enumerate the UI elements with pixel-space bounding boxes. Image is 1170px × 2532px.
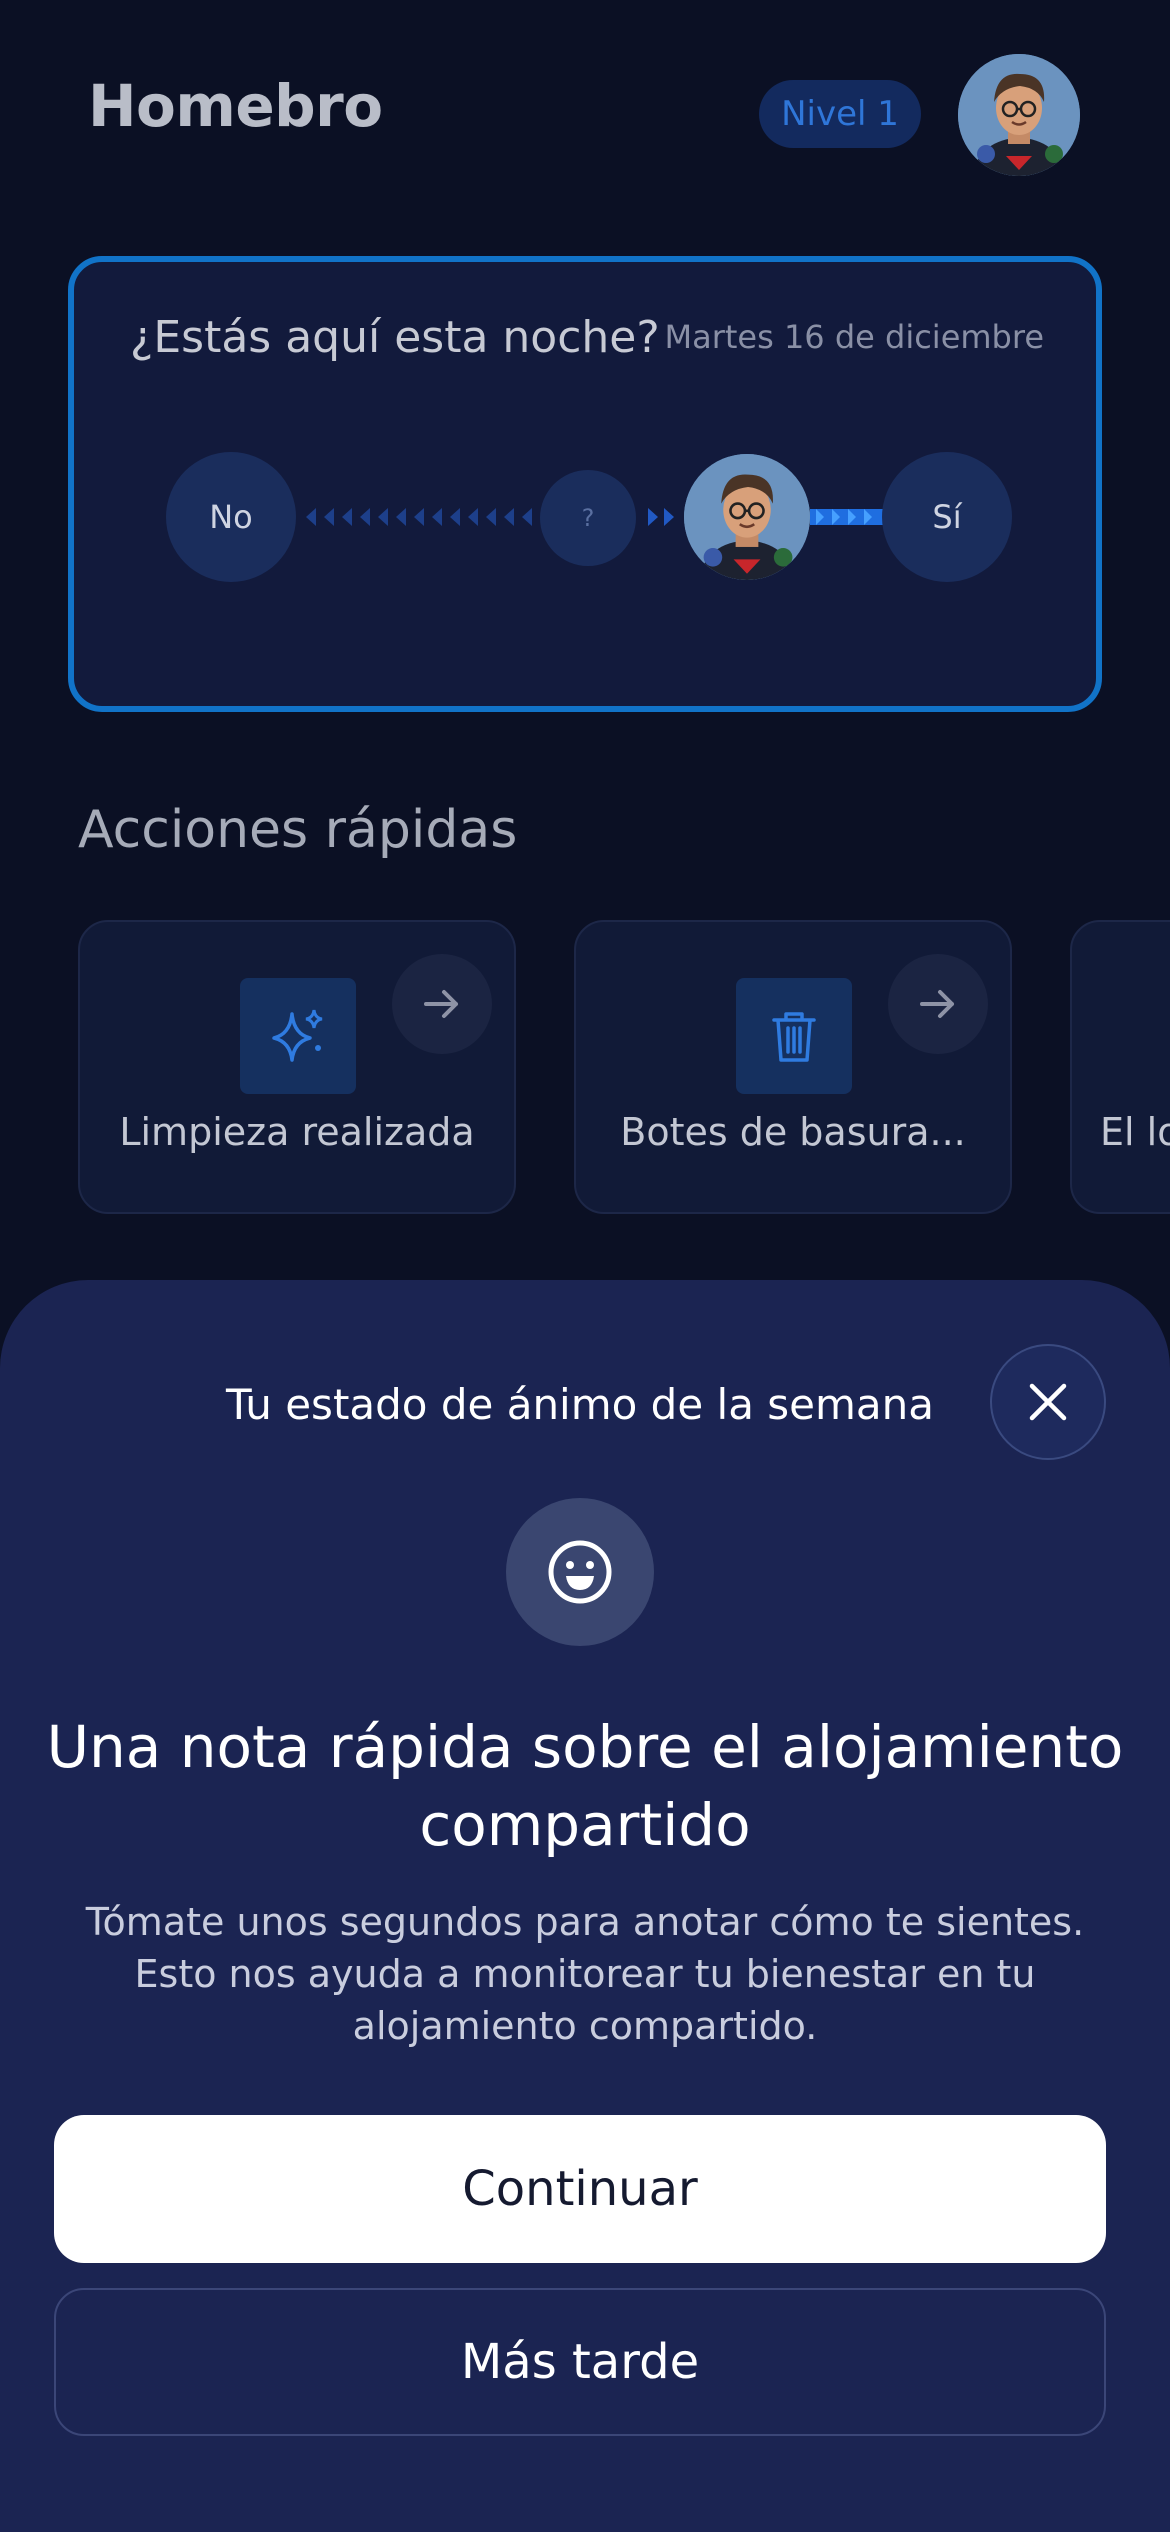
presence-option-unknown[interactable]: ? [540,470,636,566]
presence-option-yes[interactable]: Sí [882,452,1012,582]
quick-action-third[interactable]: El lo [1070,920,1170,1214]
level-badge[interactable]: Nivel 1 [759,80,921,148]
quick-action-cleaning[interactable]: Limpieza realizada [78,920,516,1214]
home-screen: Homebro Nivel 1 ¿Estás aquí esta noche? … [0,0,1170,2532]
sheet-description: Tómate unos segundos para anotar cómo te… [85,1900,1085,2048]
user-avatar-icon [958,54,1080,176]
mood-bottom-sheet: Tu estado de ánimo de la semana Una nota… [0,1280,1170,2532]
close-icon [1029,1383,1067,1421]
later-button[interactable]: Más tarde [54,2288,1106,2436]
quick-action-label: Limpieza realizada [119,1110,475,1154]
sparkles-icon [240,978,356,1094]
presence-slider-avatar-handle[interactable] [684,454,810,580]
arrow-right-icon [888,954,988,1054]
sheet-title: Tu estado de ánimo de la semana [225,1380,935,1429]
app-title: Homebro [88,72,383,140]
avatar[interactable] [958,54,1080,176]
arrow-right-icon [392,954,492,1054]
quick-action-label: El lo [1100,1110,1170,1154]
quick-action-label: Botes de basura... [620,1110,966,1154]
presence-card: ¿Estás aquí esta noche? Martes 16 de dic… [68,256,1102,712]
trash-icon [736,978,852,1094]
quick-actions-title: Acciones rápidas [78,800,518,860]
quick-action-trash-bins[interactable]: Botes de basura... [574,920,1012,1214]
close-button[interactable] [990,1344,1106,1460]
user-avatar-icon [684,454,810,580]
continue-button[interactable]: Continuar [54,2115,1106,2263]
presence-option-no[interactable]: No [166,452,296,582]
smiley-icon [506,1498,654,1646]
sheet-heading: Una nota rápida sobre el alojamiento com… [46,1713,1124,1859]
